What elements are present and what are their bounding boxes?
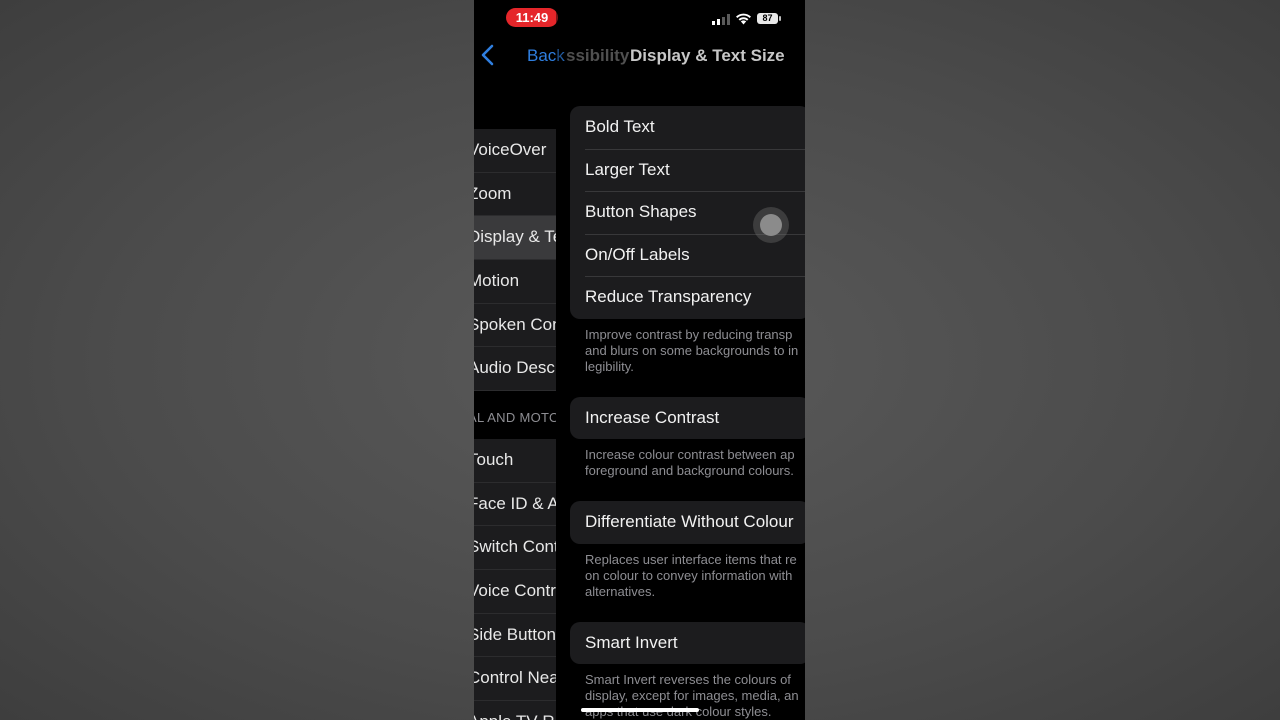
increase-contrast-row[interactable]: Increase Contrast (570, 397, 805, 440)
increase-contrast-description: Increase colour contrast between ap fore… (570, 439, 805, 501)
phone-screen: 11:49 87 Back ssibility Display & Text S… (474, 0, 805, 720)
settings-group: Differentiate Without Colour (570, 501, 805, 544)
wifi-icon (736, 13, 751, 25)
list-item[interactable]: Display & Te (474, 216, 556, 261)
footer-line: display, except for images, media, an (585, 688, 799, 703)
differentiate-without-colour-description: Replaces user interface items that re on… (570, 544, 805, 622)
chevron-left-icon[interactable] (480, 44, 496, 66)
transition-shadow (556, 0, 570, 720)
battery-nub (779, 16, 781, 21)
footer-line: and blurs on some backgrounds to in (585, 342, 799, 358)
cellular-signal-icon (712, 14, 730, 25)
footer-line: Replaces user interface items that re (585, 551, 797, 567)
section-header: AL AND MOTO (474, 410, 556, 425)
display-settings-panel: Bold Text Larger Text Button Shapes On/O… (570, 106, 805, 720)
bold-text-row[interactable]: Bold Text (570, 106, 805, 149)
list-item[interactable]: VoiceOver (474, 129, 556, 173)
list-item[interactable]: Control Nea (474, 657, 556, 702)
smart-invert-row[interactable]: Smart Invert (570, 622, 805, 665)
reduce-transparency-row[interactable]: Reduce Transparency (570, 276, 805, 319)
footer-line: Improve contrast by reducing transp (585, 326, 793, 342)
footer-line: legibility. (585, 358, 634, 374)
list-item[interactable]: Side Button (474, 614, 556, 658)
settings-group: Increase Contrast (570, 396, 805, 440)
previous-page-title: ssibility (566, 46, 630, 65)
list-item[interactable]: Motion (474, 260, 556, 304)
larger-text-row[interactable]: Larger Text (570, 148, 805, 192)
touch-indicator (753, 207, 789, 243)
list-item[interactable]: Switch Cont (474, 526, 556, 571)
status-time: 11:49 (506, 8, 558, 27)
page-title: Display & Text Size (630, 46, 785, 65)
list-item[interactable]: Face ID & At (474, 483, 556, 527)
footer-line: foreground and background colours. (585, 463, 794, 478)
footer-line: Smart Invert reverses the colours of (585, 672, 791, 687)
touch-indicator-core (760, 214, 782, 236)
footer-line: apps that use dark colour styles. (585, 704, 772, 719)
settings-group: Smart Invert (570, 621, 805, 665)
background-accessibility-list: VoiceOver Zoom Display & Te Motion Spoke… (474, 129, 556, 392)
list-item[interactable]: Touch (474, 439, 556, 483)
list-item[interactable]: Voice Contro (474, 570, 556, 614)
footer-line: Increase colour contrast between ap (585, 447, 795, 462)
footer-line: alternatives. (585, 583, 656, 599)
list-item[interactable]: Apple TV Re (474, 701, 556, 720)
list-item[interactable]: Zoom (474, 173, 556, 217)
footer-line: on colour to convey information with (585, 567, 793, 583)
background-accessibility-list-2: Touch Face ID & At Switch Cont Voice Con… (474, 439, 556, 720)
list-item[interactable]: Spoken Con (474, 304, 556, 348)
home-indicator[interactable] (581, 708, 699, 712)
battery-level: 87 (757, 13, 778, 24)
differentiate-without-colour-row[interactable]: Differentiate Without Colour (570, 501, 805, 544)
reduce-transparency-description: Improve contrast by reducing transp and … (570, 319, 805, 397)
